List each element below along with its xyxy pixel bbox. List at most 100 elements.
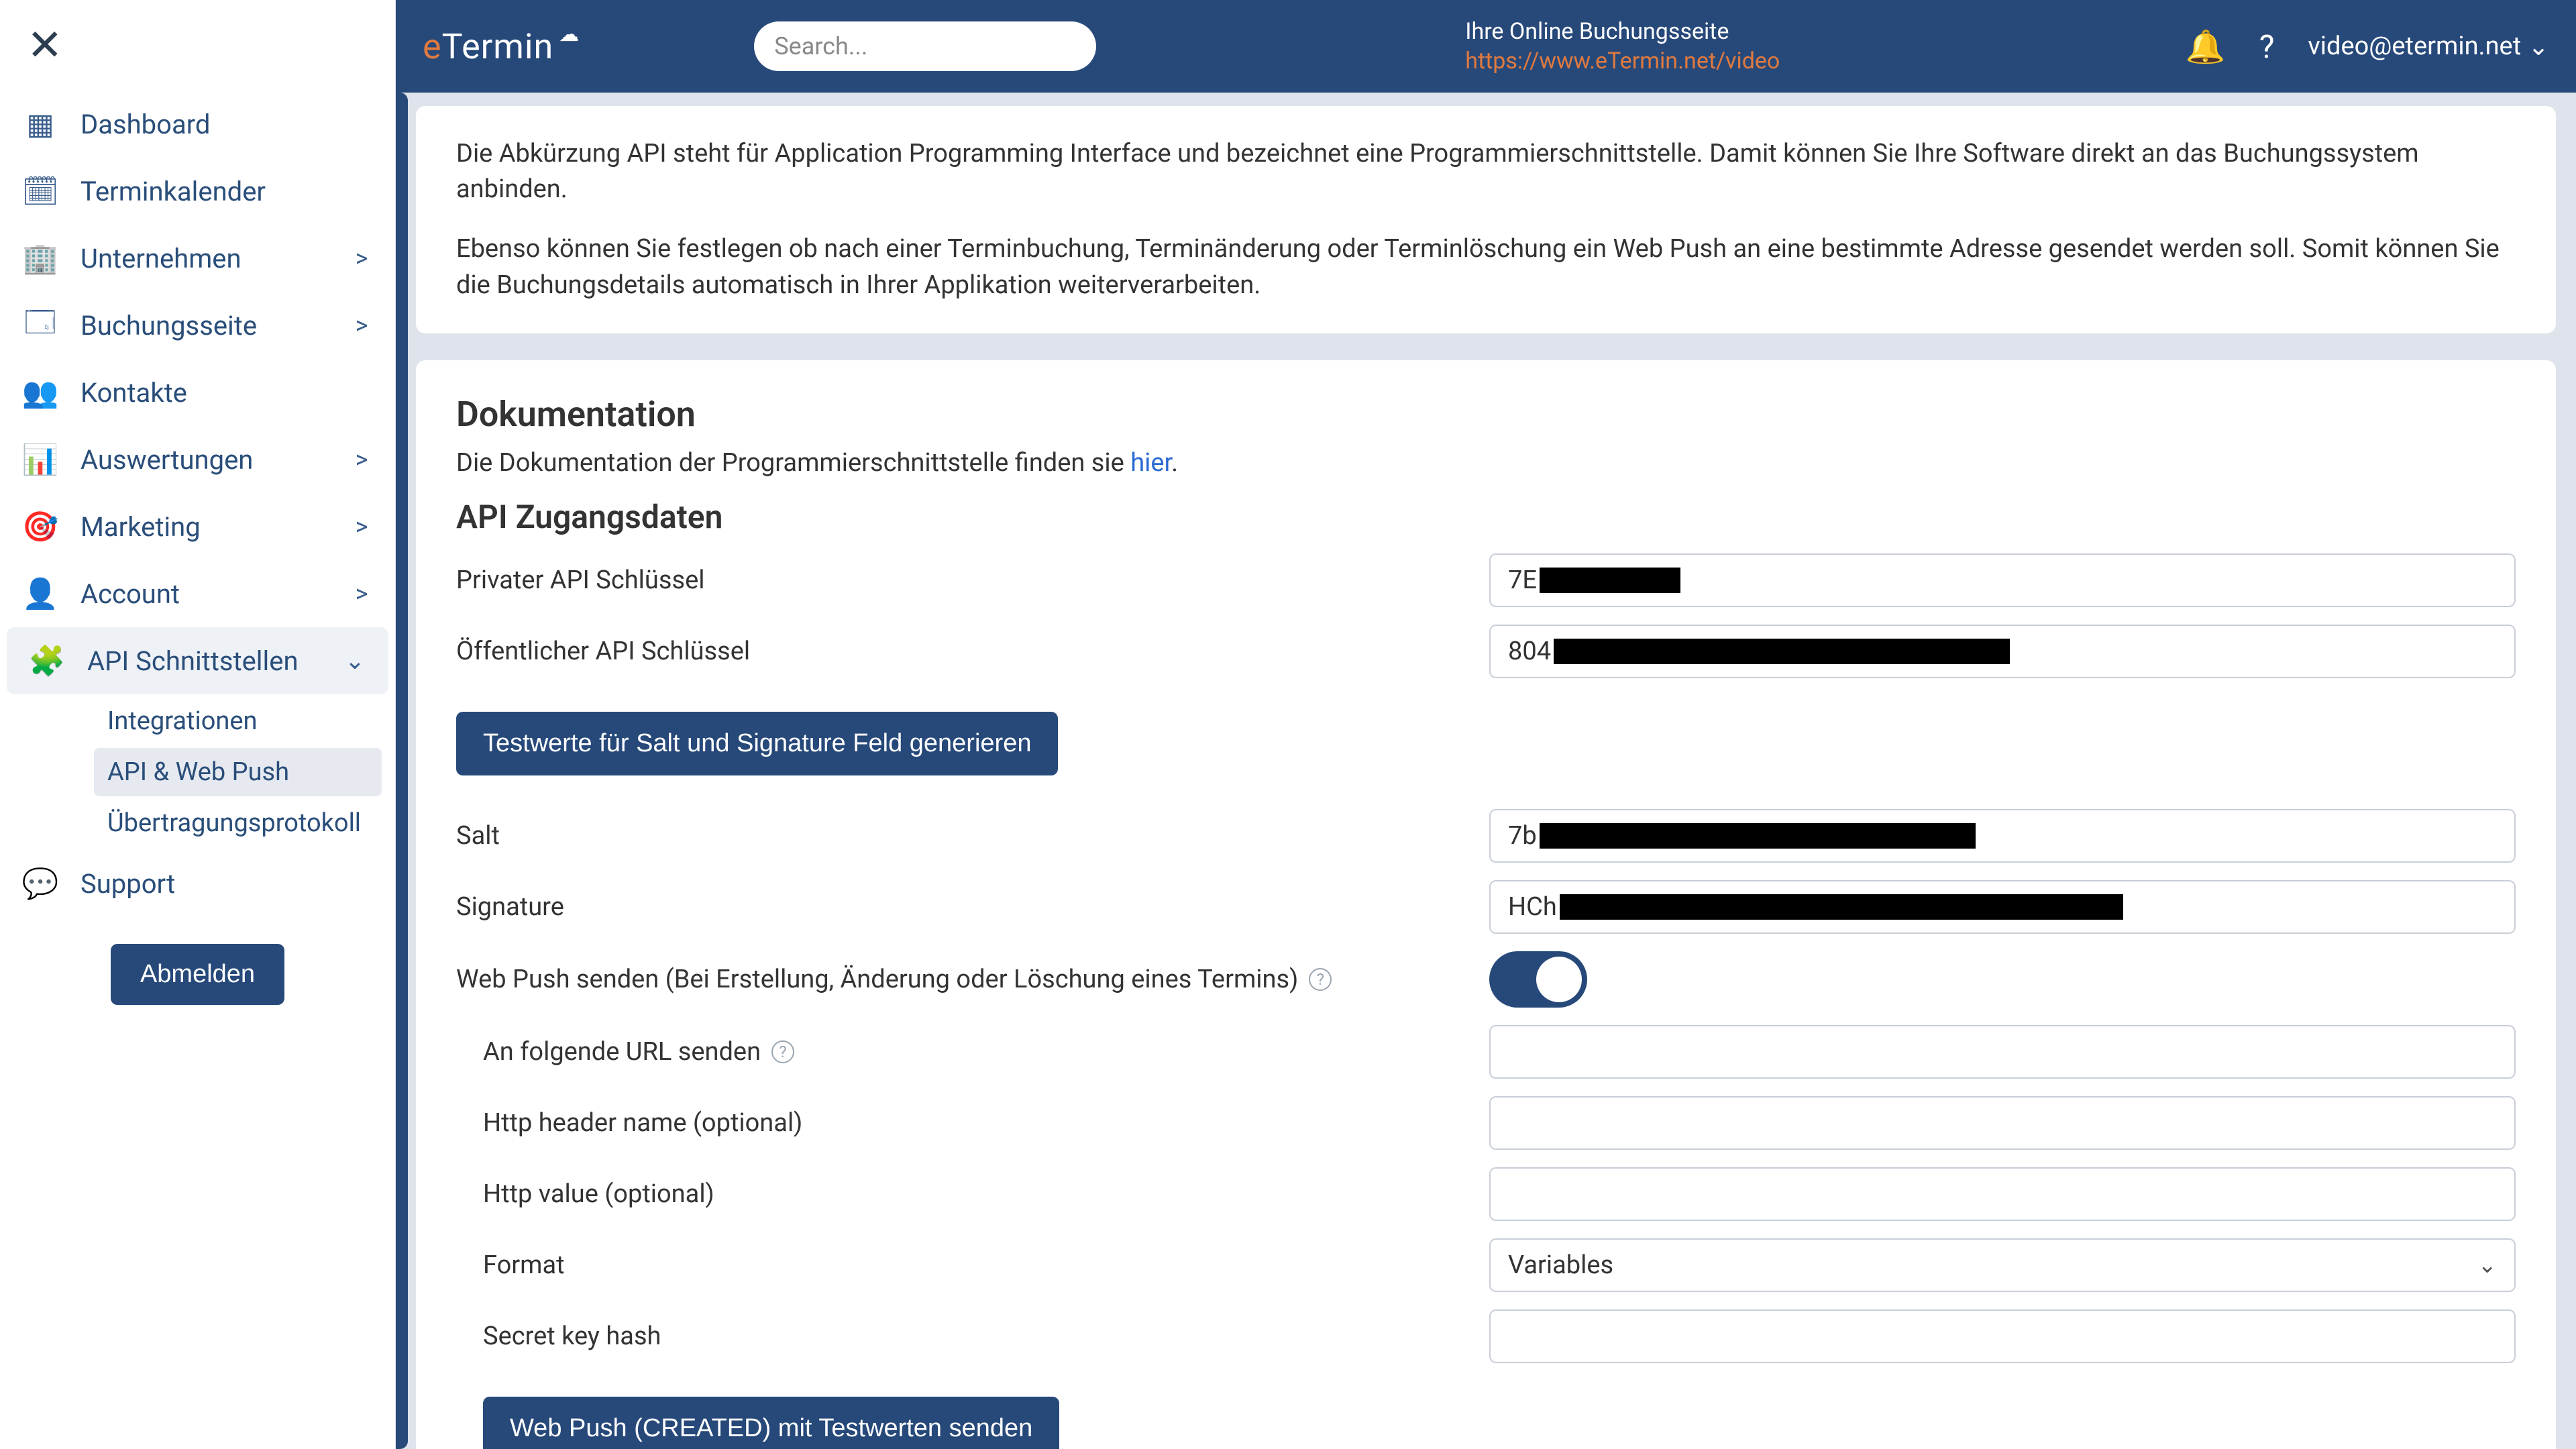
sidebar-item-account[interactable]: 👤 Account >	[0, 560, 395, 627]
row-public-key: Öffentlicher API Schlüssel 804	[456, 625, 2516, 678]
sidebar-item-calendar[interactable]: 🗓 Terminkalender	[0, 158, 395, 225]
row-webpush-toggle: Web Push senden (Bei Erstellung, Änderun…	[456, 951, 2516, 1008]
help-circle-icon[interactable]: ?	[1309, 968, 1332, 991]
sidebar-item-support[interactable]: 💬 Support	[0, 850, 395, 917]
generate-testvalues-button[interactable]: Testwerte für Salt und Signature Feld ge…	[456, 712, 1058, 775]
search-placeholder: Search...	[774, 32, 867, 60]
subitem-transferlog[interactable]: Übertragungsprotokoll	[94, 799, 382, 847]
intro-panel: Die Abkürzung API steht für Application …	[416, 106, 2556, 333]
sidebar-item-company[interactable]: 🏢 Unternehmen >	[0, 225, 395, 292]
sidebar-subitems: Integrationen API & Web Push Übertragung…	[0, 694, 395, 850]
redacted-block	[1560, 894, 2123, 920]
sidebar-item-bookingpage[interactable]: 🗔 Buchungsseite >	[0, 292, 395, 359]
help-icon[interactable]: ?	[2259, 28, 2275, 66]
logout-button[interactable]: Abmelden	[111, 944, 284, 1005]
header-name-field[interactable]	[1489, 1096, 2516, 1150]
webpush-label-text: Web Push senden (Bei Erstellung, Änderun…	[456, 965, 1298, 994]
row-header-value: Http value (optional)	[456, 1167, 2516, 1221]
close-icon[interactable]: ✕	[27, 20, 67, 70]
row-private-key: Privater API Schlüssel 7E	[456, 553, 2516, 607]
bookingpage-icon: 🗔	[20, 305, 60, 345]
support-icon: 💬	[20, 863, 60, 904]
intro-p1: Die Abkürzung API steht für Application …	[456, 136, 2516, 207]
topbar: eTermin☁ Search... Ihre Online Buchungss…	[396, 0, 2576, 93]
url-field[interactable]	[1489, 1025, 2516, 1079]
search-input[interactable]: Search...	[754, 21, 1096, 71]
redacted-block	[1554, 639, 2010, 664]
sidebar-item-marketing[interactable]: 🎯 Marketing >	[0, 493, 395, 560]
subitem-api-webpush[interactable]: API & Web Push	[94, 748, 382, 796]
salt-label: Salt	[456, 821, 1489, 851]
format-select[interactable]: Variables ⌄	[1489, 1238, 2516, 1292]
chevron-down-icon: ⌄	[2478, 1252, 2498, 1279]
contacts-icon: 👥	[20, 372, 60, 413]
header-value-field[interactable]	[1489, 1167, 2516, 1221]
company-icon: 🏢	[20, 238, 60, 278]
subitem-integrations[interactable]: Integrationen	[94, 697, 382, 745]
accent-bar	[396, 93, 408, 1449]
sidebar-item-contacts[interactable]: 👥 Kontakte	[0, 359, 395, 426]
public-key-label: Öffentlicher API Schlüssel	[456, 637, 1489, 666]
user-menu[interactable]: video@etermin.net ⌄	[2308, 32, 2549, 62]
sidebar-item-label: Kontakte	[80, 377, 187, 409]
redacted-block	[1540, 568, 1680, 593]
marketing-icon: 🎯	[20, 506, 60, 547]
booking-url-link[interactable]: https://www.eTermin.net/video	[1465, 46, 1780, 76]
format-value: Variables	[1508, 1250, 1613, 1280]
sidebar-item-label: Auswertungen	[80, 444, 253, 476]
sidebar-item-label: Unternehmen	[80, 243, 241, 274]
private-key-field[interactable]: 7E	[1489, 553, 2516, 607]
sidebar-item-label: Buchungsseite	[80, 310, 257, 341]
url-label: An folgende URL senden ?	[483, 1037, 1489, 1067]
chevron-right-icon: >	[348, 580, 375, 608]
send-webpush-button[interactable]: Web Push (CREATED) mit Testwerten senden	[483, 1397, 1059, 1449]
sidebar-item-dashboard[interactable]: ▦ Dashboard	[0, 91, 395, 158]
webpush-label: Web Push senden (Bei Erstellung, Änderun…	[456, 965, 1489, 994]
booking-label: Ihre Online Buchungsseite	[1465, 17, 1780, 46]
secret-label: Secret key hash	[483, 1322, 1489, 1351]
bell-icon[interactable]: 🔔	[2186, 28, 2226, 66]
doc-link[interactable]: hier	[1130, 448, 1171, 478]
sidebar-item-label: Marketing	[80, 511, 201, 543]
help-circle-icon[interactable]: ?	[771, 1040, 794, 1063]
row-signature: Signature HCh	[456, 880, 2516, 934]
user-email: video@etermin.net	[2308, 32, 2521, 61]
logo-e: e	[423, 26, 442, 67]
doc-text: Die Dokumentation der Programmierschnitt…	[456, 448, 2516, 478]
sidebar-item-label: Dashboard	[80, 109, 210, 140]
sidebar-item-reports[interactable]: 📊 Auswertungen >	[0, 426, 395, 493]
private-key-prefix: 7E	[1508, 566, 1537, 595]
chevron-right-icon: >	[348, 513, 375, 541]
toggle-knob	[1536, 957, 1582, 1002]
sidebar-item-label: API Schnittstellen	[87, 645, 299, 677]
signature-label: Signature	[456, 892, 1489, 922]
url-label-text: An folgende URL senden	[483, 1037, 761, 1067]
doc-text-suffix: .	[1171, 448, 1178, 478]
intro-p2: Ebenso können Sie festlegen ob nach eine…	[456, 231, 2516, 303]
secret-field[interactable]	[1489, 1309, 2516, 1363]
webpush-toggle[interactable]	[1489, 951, 1587, 1008]
row-url: An folgende URL senden ?	[456, 1025, 2516, 1079]
main: eTermin☁ Search... Ihre Online Buchungss…	[396, 0, 2576, 1449]
header-value-label: Http value (optional)	[483, 1179, 1489, 1209]
sidebar-item-label: Support	[80, 868, 175, 900]
reports-icon: 📊	[20, 439, 60, 480]
logo: eTermin☁	[423, 26, 580, 67]
redacted-block	[1540, 823, 1976, 849]
private-key-label: Privater API Schlüssel	[456, 566, 1489, 595]
doc-text-prefix: Die Dokumentation der Programmierschnitt…	[456, 448, 1130, 478]
salt-prefix: 7b	[1508, 821, 1537, 851]
cloud-icon: ☁	[559, 23, 580, 46]
header-name-label: Http header name (optional)	[483, 1108, 1489, 1138]
api-panel: Dokumentation Die Dokumentation der Prog…	[416, 360, 2556, 1449]
chevron-down-icon: ⌄	[2528, 32, 2549, 62]
salt-field[interactable]: 7b	[1489, 809, 2516, 863]
account-icon: 👤	[20, 574, 60, 614]
sidebar-item-api[interactable]: 🧩 API Schnittstellen ⌄	[7, 627, 388, 694]
api-heading: API Zugangsdaten	[456, 498, 2516, 536]
sidebar-item-label: Account	[80, 578, 180, 610]
signature-field[interactable]: HCh	[1489, 880, 2516, 934]
dashboard-icon: ▦	[20, 104, 60, 144]
public-key-field[interactable]: 804	[1489, 625, 2516, 678]
chevron-right-icon: >	[348, 311, 375, 339]
